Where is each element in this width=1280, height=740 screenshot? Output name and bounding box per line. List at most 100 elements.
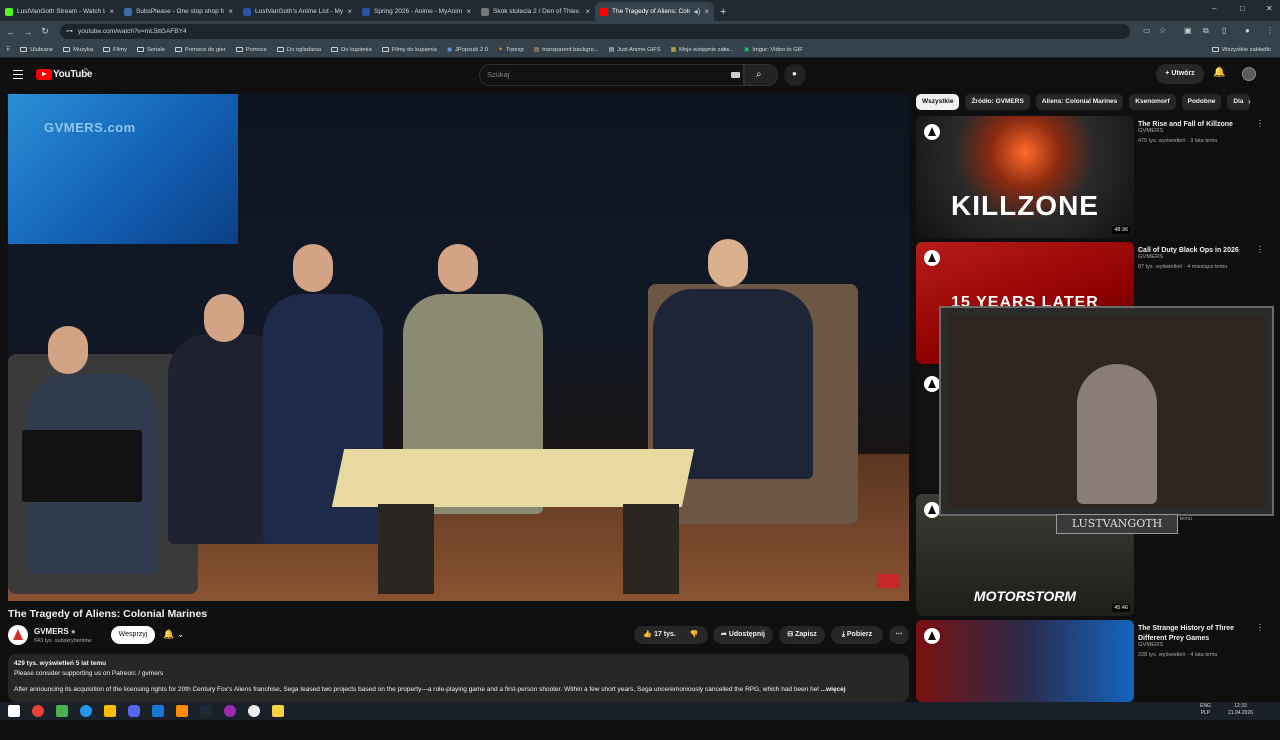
maximize-icon[interactable]: □ bbox=[1240, 4, 1245, 13]
sidebar-icon[interactable]: ▯ bbox=[1222, 26, 1226, 35]
minimize-icon[interactable]: – bbox=[1212, 4, 1216, 13]
bookmark-folder[interactable]: Filmy do kupienia bbox=[381, 47, 437, 53]
system-clock[interactable]: 12:33 21.04.2026 bbox=[1228, 703, 1253, 717]
discord-icon[interactable] bbox=[128, 705, 140, 717]
bookmark-folder[interactable]: Muzyka bbox=[63, 47, 93, 53]
new-tab-icon[interactable]: + bbox=[720, 6, 726, 18]
apps-icon[interactable]: ⠿ bbox=[6, 47, 10, 53]
channel-avatar[interactable] bbox=[8, 625, 28, 645]
app-icon[interactable] bbox=[152, 705, 164, 717]
more-link[interactable]: ...więcej bbox=[821, 686, 846, 693]
app-icon[interactable] bbox=[56, 705, 68, 717]
bookmark-star-icon[interactable]: ☆ bbox=[1159, 26, 1166, 35]
close-tab-icon[interactable]: × bbox=[347, 7, 352, 16]
close-tab-icon[interactable]: × bbox=[228, 7, 233, 16]
bookmark-folder[interactable]: Pomoce do gier bbox=[175, 47, 226, 53]
extension-icon[interactable]: ▣ bbox=[1184, 26, 1192, 35]
bookmark-link[interactable]: ✦ Trpexp bbox=[498, 47, 524, 53]
app-icon[interactable] bbox=[104, 705, 116, 717]
hamburger-menu-icon[interactable] bbox=[13, 70, 23, 79]
back-icon[interactable]: ← bbox=[5, 27, 17, 37]
like-button[interactable]: 👍 17 tys. 👎 bbox=[634, 626, 708, 644]
chevron-right-icon[interactable]: › bbox=[1248, 97, 1251, 106]
subscription-bell-icon[interactable]: 🔔 ⌄ bbox=[163, 629, 184, 640]
save-button[interactable]: ⊟ Zapisz bbox=[779, 626, 825, 644]
browser-tab[interactable]: LustVanGoth's Anime List - My... × bbox=[238, 2, 357, 21]
browser-tab-active[interactable]: The Tragedy of Aliens: Colo... ◂) × bbox=[595, 2, 714, 21]
close-tab-icon[interactable]: × bbox=[466, 7, 471, 16]
profile-icon[interactable]: ● bbox=[1245, 26, 1250, 35]
bookmark-link[interactable]: ▤ transparent backgro... bbox=[534, 47, 599, 53]
more-options-icon[interactable]: ⋮ bbox=[1256, 623, 1264, 632]
share-button[interactable]: ➦ Udostępnij bbox=[713, 626, 773, 644]
more-options-icon[interactable]: ⋮ bbox=[1256, 245, 1264, 254]
join-button[interactable]: Wesprzyj bbox=[111, 626, 155, 644]
site-info-icon[interactable]: ⊶ bbox=[66, 24, 73, 39]
chrome-icon[interactable] bbox=[32, 705, 44, 717]
bookmark-folder[interactable]: Ulubiane bbox=[20, 47, 53, 53]
recommendation-card[interactable]: KILLZONE 48:36 The Rise and Fall of Kill… bbox=[916, 116, 1266, 238]
chip-related[interactable]: Podobne bbox=[1181, 94, 1222, 110]
language-indicator[interactable]: ENG PLP bbox=[1200, 703, 1211, 717]
extensions-icon[interactable]: ⧉ bbox=[1203, 26, 1209, 36]
chip-all[interactable]: Wszystkie bbox=[916, 94, 960, 110]
rec-title[interactable]: The Strange History of Three Different P… bbox=[1138, 624, 1256, 643]
create-button[interactable]: + Utwórz bbox=[1156, 64, 1204, 84]
youtube-logo-icon[interactable] bbox=[36, 69, 52, 80]
close-window-icon[interactable]: ✕ bbox=[1266, 4, 1273, 13]
forward-icon[interactable]: → bbox=[22, 27, 34, 37]
bookmark-folder[interactable]: Seriale bbox=[136, 47, 165, 53]
subscribe-watermark-icon[interactable] bbox=[877, 574, 899, 588]
windows-start-icon[interactable] bbox=[8, 705, 20, 717]
video-player[interactable]: GVMERS.com bbox=[8, 94, 909, 601]
app-icon[interactable] bbox=[248, 705, 260, 717]
bookmark-link[interactable]: ◉ JPopsuki 2.0 bbox=[447, 47, 488, 53]
bookmark-folder[interactable]: Pomoce bbox=[235, 47, 267, 53]
reload-icon[interactable]: ↻ bbox=[39, 26, 51, 37]
close-tab-icon[interactable]: × bbox=[109, 7, 114, 16]
browser-tab[interactable]: LustVanGoth Stream - Watch L... × bbox=[0, 2, 119, 21]
browser-icon[interactable] bbox=[80, 705, 92, 717]
chip-topic[interactable]: Aliens: Colonial Marines bbox=[1035, 94, 1124, 110]
all-bookmarks[interactable]: Wszystkie zakładki bbox=[1212, 47, 1271, 53]
chip-for-you[interactable]: Dla bbox=[1227, 94, 1250, 110]
thumbs-down-icon[interactable]: 👎 bbox=[690, 631, 699, 638]
more-options-icon[interactable]: ⋮ bbox=[1256, 119, 1264, 128]
cast-icon[interactable]: ▭ bbox=[1143, 26, 1151, 35]
steam-icon[interactable] bbox=[200, 705, 212, 717]
channel-name[interactable]: GVMERS ● bbox=[34, 627, 76, 636]
close-tab-icon[interactable]: × bbox=[704, 7, 709, 16]
avatar[interactable] bbox=[1242, 67, 1256, 81]
bookmark-folder[interactable]: Do kupienia bbox=[331, 47, 372, 53]
browser-tab[interactable]: SubsPlease - One stop shop fo... × bbox=[119, 2, 238, 21]
download-button[interactable]: ⤓ Pobierz bbox=[831, 626, 883, 644]
browser-tab[interactable]: Skok stulecia 2 / Den of Thiev... × bbox=[476, 2, 595, 21]
bookmark-folder[interactable]: Do ogladania bbox=[276, 47, 321, 53]
file-explorer-icon[interactable] bbox=[272, 705, 284, 717]
more-actions-button[interactable]: ⋯ bbox=[889, 626, 909, 644]
chip-xenomorph[interactable]: Ksenomorf bbox=[1129, 94, 1176, 110]
video-thumbnail[interactable]: KILLZONE 48:36 bbox=[916, 116, 1134, 238]
rec-channel[interactable]: GVMERS bbox=[1138, 642, 1163, 648]
close-tab-icon[interactable]: × bbox=[585, 7, 590, 16]
recommendation-card[interactable]: The Strange History of Three Different P… bbox=[916, 620, 1266, 740]
rec-channel[interactable]: GVMERS bbox=[1138, 128, 1163, 134]
description-box[interactable]: 429 tys. wyświetleń 5 lat temu Please co… bbox=[8, 654, 909, 702]
bookmark-link[interactable]: ▣ Imgur: Video to GIF bbox=[744, 47, 803, 53]
chip-source[interactable]: Źródło: GVMERS bbox=[965, 94, 1030, 110]
app-icon[interactable] bbox=[224, 705, 236, 717]
bookmark-link[interactable]: ▦ Moje wstępnie załw... bbox=[671, 47, 734, 53]
search-button[interactable]: ⌕ bbox=[744, 64, 778, 86]
menu-dots-icon[interactable]: ⋮ bbox=[1266, 26, 1274, 35]
url-input[interactable]: ⊶ youtube.com/watch?v=mL5ttGAFBY4 bbox=[60, 24, 1130, 39]
video-thumbnail[interactable] bbox=[916, 620, 1134, 702]
bookmark-link[interactable]: ▤ Just Anime GIFS bbox=[609, 47, 661, 53]
browser-tab[interactable]: Spring 2026 - Anime - MyAnim... × bbox=[357, 2, 476, 21]
voice-search-button[interactable]: ● bbox=[784, 64, 806, 86]
notifications-icon[interactable]: 🔔 bbox=[1213, 67, 1225, 78]
speaker-icon[interactable]: ◂) bbox=[694, 7, 701, 16]
rec-channel[interactable]: GVMERS bbox=[1138, 254, 1163, 260]
bookmark-folder[interactable]: Filmy bbox=[103, 47, 127, 53]
vlc-icon[interactable] bbox=[176, 705, 188, 717]
keyboard-icon[interactable] bbox=[731, 72, 740, 78]
